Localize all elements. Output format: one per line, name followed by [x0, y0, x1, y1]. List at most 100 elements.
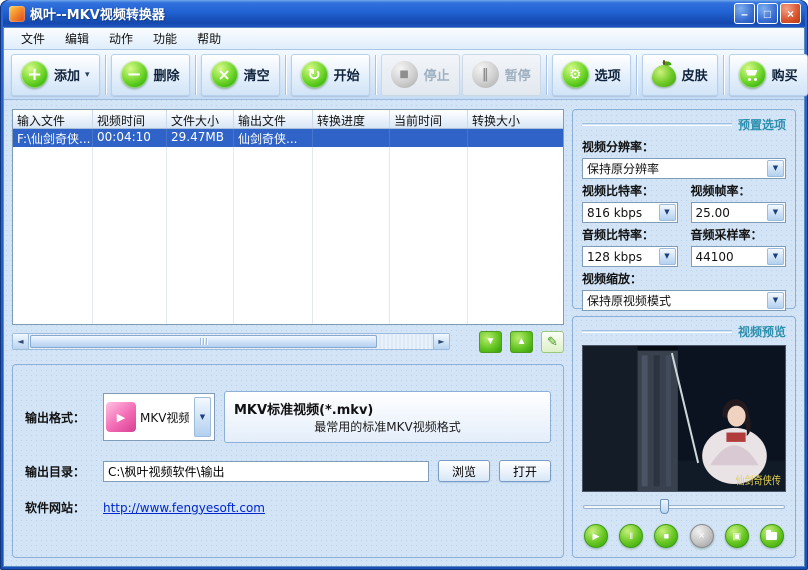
titlebar[interactable]: 枫叶--MKV视频转换器 – □ ×	[3, 0, 805, 27]
scroll-right-button[interactable]: ►	[433, 334, 449, 349]
menu-edit[interactable]: 编辑	[56, 28, 98, 49]
column-progress[interactable]: 转换进度	[313, 110, 390, 128]
seek-slider[interactable]	[582, 497, 786, 517]
cell-video-time: 00:04:10	[93, 129, 167, 147]
format-dropdown-button[interactable]: ▼	[194, 397, 211, 437]
close-button[interactable]: ×	[780, 3, 801, 24]
column-output-file[interactable]: 输出文件	[234, 110, 313, 128]
audio-bitrate-label: 音频比特率：	[582, 226, 678, 243]
resolution-select[interactable]: 保持原分辨率 ▼	[582, 158, 786, 179]
move-down-button[interactable]: ▼	[479, 331, 502, 353]
buy-button[interactable]: 购买	[729, 54, 808, 96]
audio-bitrate-select[interactable]: 128 kbps ▼	[582, 246, 678, 267]
play-button[interactable]: ▶	[584, 524, 608, 548]
browse-button[interactable]: 浏览	[438, 460, 490, 482]
close-preview-button[interactable]: ×	[690, 524, 714, 548]
pause-button: ‖ 暂停	[462, 54, 541, 96]
cell-progress	[313, 129, 390, 147]
open-folder-button[interactable]	[760, 524, 784, 548]
framerate-label: 视频帧率：	[691, 182, 787, 199]
preset-group-title: 预置选项	[738, 116, 786, 133]
menu-file[interactable]: 文件	[12, 28, 54, 49]
options-button[interactable]: ⚙ 选项	[552, 54, 631, 96]
remove-icon: −	[121, 61, 148, 88]
add-button[interactable]: + 添加 ▾	[11, 54, 100, 96]
maximize-button[interactable]: □	[757, 3, 778, 24]
pause-label: 暂停	[505, 65, 531, 84]
website-link[interactable]: http://www.fengyesoft.com	[103, 501, 265, 515]
start-button[interactable]: ↻ 开始	[291, 54, 370, 96]
format-row: 输出格式： ▶ MKV视频 ▼ MKV标准视频(*.mkv) 最常用的标准MKV…	[25, 391, 551, 443]
scale-select[interactable]: 保持原视频模式 ▼	[582, 290, 786, 311]
preview-controls: ▶ ‖ ■ × ▣	[582, 524, 786, 548]
scroll-row: ◄ ► ▼ ▲ ✎	[12, 330, 564, 353]
chevron-down-icon[interactable]: ▼	[767, 248, 784, 265]
menu-function[interactable]: 功能	[144, 28, 186, 49]
clear-button[interactable]: × 清空	[201, 54, 280, 96]
toolbar: + 添加 ▾ − 删除 × 清空 ↻ 开始 ■ 停止	[4, 50, 804, 100]
arrow-up-icon: ▲	[517, 336, 527, 347]
video-preview-group: 视频预览	[572, 316, 796, 558]
cell-output-file: 仙剑奇侠...	[234, 129, 313, 147]
skin-button[interactable]: 皮肤	[642, 54, 718, 96]
clear-icon: ×	[211, 61, 238, 88]
scale-label: 视频缩放：	[582, 270, 642, 287]
table-empty-area	[13, 147, 563, 324]
samplerate-select[interactable]: 44100 ▼	[691, 246, 787, 267]
preview-group-header: 视频预览	[582, 323, 786, 340]
column-file-size[interactable]: 文件大小	[167, 110, 234, 128]
arrow-down-icon: ▼	[486, 336, 496, 347]
start-label: 开始	[334, 65, 360, 84]
table-row[interactable]: F:\仙剑奇侠... 00:04:10 29.47MB 仙剑奇侠...	[13, 129, 563, 147]
buy-label: 购买	[772, 65, 798, 84]
snapshot-icon: ▣	[732, 532, 741, 541]
directory-label: 输出目录：	[25, 463, 103, 480]
cell-current-time	[390, 129, 468, 147]
format-select[interactable]: ▶ MKV视频 ▼	[103, 393, 215, 441]
seek-track[interactable]	[583, 505, 785, 509]
remove-button[interactable]: − 删除	[111, 54, 190, 96]
preview-watermark: 仙剑奇侠传	[736, 473, 782, 487]
table-header: 输入文件 视频时间 文件大小 输出文件 转换进度 当前时间 转换大小	[13, 110, 563, 129]
cart-icon	[739, 61, 766, 88]
scrollbar-track[interactable]	[29, 334, 433, 349]
scrollbar-thumb[interactable]	[30, 335, 377, 348]
menu-action[interactable]: 动作	[100, 28, 142, 49]
preset-group-header: 预置选项	[582, 116, 786, 133]
stop-label: 停止	[424, 65, 450, 84]
toolbar-separator	[546, 55, 547, 95]
close-icon: ×	[787, 8, 794, 20]
pause-preview-button[interactable]: ‖	[619, 524, 643, 548]
horizontal-scrollbar[interactable]: ◄ ►	[12, 333, 450, 350]
window-controls: – □ ×	[734, 3, 801, 24]
toolbar-separator	[723, 55, 724, 95]
scroll-left-button[interactable]: ◄	[13, 334, 29, 349]
column-current-time[interactable]: 当前时间	[390, 110, 468, 128]
move-up-button[interactable]: ▲	[510, 331, 533, 353]
edit-button[interactable]: ✎	[541, 331, 564, 353]
clear-label: 清空	[244, 65, 270, 84]
minimize-button[interactable]: –	[734, 3, 755, 24]
open-button[interactable]: 打开	[499, 460, 551, 482]
pencil-icon: ✎	[547, 334, 558, 350]
output-dir-input[interactable]	[103, 461, 429, 482]
column-input-file[interactable]: 输入文件	[13, 110, 93, 128]
chevron-down-icon[interactable]: ▼	[659, 204, 676, 221]
column-video-time[interactable]: 视频时间	[93, 110, 167, 128]
stop-preview-button[interactable]: ■	[654, 524, 678, 548]
chevron-down-icon[interactable]: ▼	[767, 204, 784, 221]
snapshot-button[interactable]: ▣	[725, 524, 749, 548]
format-value: MKV视频	[140, 409, 189, 426]
seek-thumb[interactable]	[660, 499, 669, 514]
framerate-select[interactable]: 25.00 ▼	[691, 202, 787, 223]
options-label: 选项	[595, 65, 621, 84]
stop-icon: ■	[391, 61, 418, 88]
video-bitrate-select[interactable]: 816 kbps ▼	[582, 202, 678, 223]
chevron-down-icon[interactable]: ▼	[659, 248, 676, 265]
chevron-down-icon: ▼	[200, 414, 205, 421]
maximize-icon: □	[764, 8, 771, 20]
chevron-down-icon[interactable]: ▼	[767, 292, 784, 309]
column-converted-size[interactable]: 转换大小	[468, 110, 563, 128]
chevron-down-icon[interactable]: ▼	[767, 160, 784, 177]
menu-help[interactable]: 帮助	[188, 28, 230, 49]
